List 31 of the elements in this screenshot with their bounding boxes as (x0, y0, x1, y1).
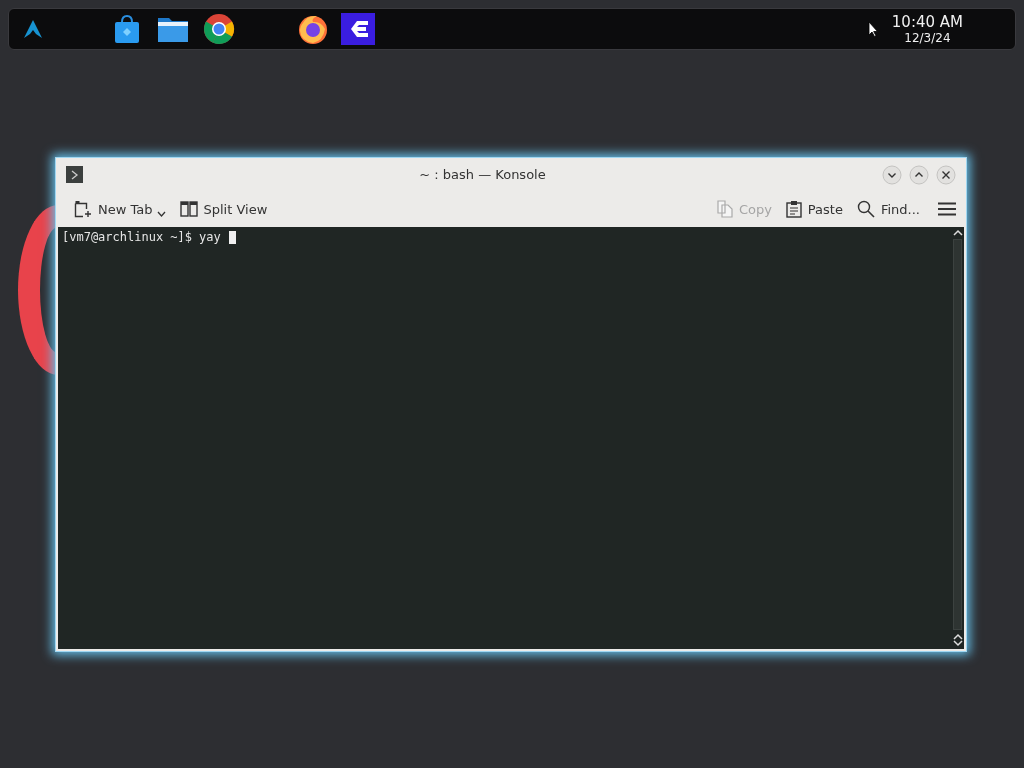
window-title: ~ : bash — Konsole (418, 167, 547, 182)
minimize-button[interactable] (882, 164, 902, 185)
folder-icon[interactable] (157, 15, 189, 43)
colored-ring-icon[interactable] (203, 13, 235, 45)
find-button[interactable]: Find... (852, 197, 924, 221)
copy-icon (716, 200, 733, 218)
mouse-pointer-icon (867, 21, 878, 37)
close-button[interactable] (936, 164, 956, 185)
terminal-app-icon[interactable] (66, 166, 83, 183)
clock-date[interactable]: 12/3/24 (904, 31, 951, 44)
split-button[interactable]: Split View (175, 198, 272, 220)
new-tab-icon (74, 200, 92, 218)
shopping-bag-icon[interactable] (113, 14, 141, 44)
split-view-icon (179, 201, 198, 217)
maximize-button[interactable] (909, 164, 929, 185)
arrow-tile-icon[interactable] (341, 13, 375, 45)
clock-time[interactable]: 10:40 AM (891, 14, 963, 30)
scrollbar[interactable] (951, 227, 964, 649)
shell-prompt: [vm7@archlinux ~]$ (62, 230, 193, 244)
scroll-up-icon[interactable] (952, 229, 963, 236)
fox-globe-icon[interactable] (297, 13, 329, 45)
new-tab-button[interactable]: New Tab (70, 197, 170, 221)
menu-icon[interactable] (938, 202, 956, 216)
peak-icon[interactable] (23, 19, 43, 39)
clipboard-icon (785, 200, 802, 218)
scroll-up-icon[interactable] (952, 633, 963, 640)
terminal-area[interactable]: [vm7@archlinux ~]$ yay (58, 227, 964, 649)
paste-button[interactable]: Paste (781, 197, 847, 221)
scroll-down-icon[interactable] (952, 640, 963, 647)
typed-command: yay (199, 230, 221, 244)
search-icon (856, 200, 875, 218)
